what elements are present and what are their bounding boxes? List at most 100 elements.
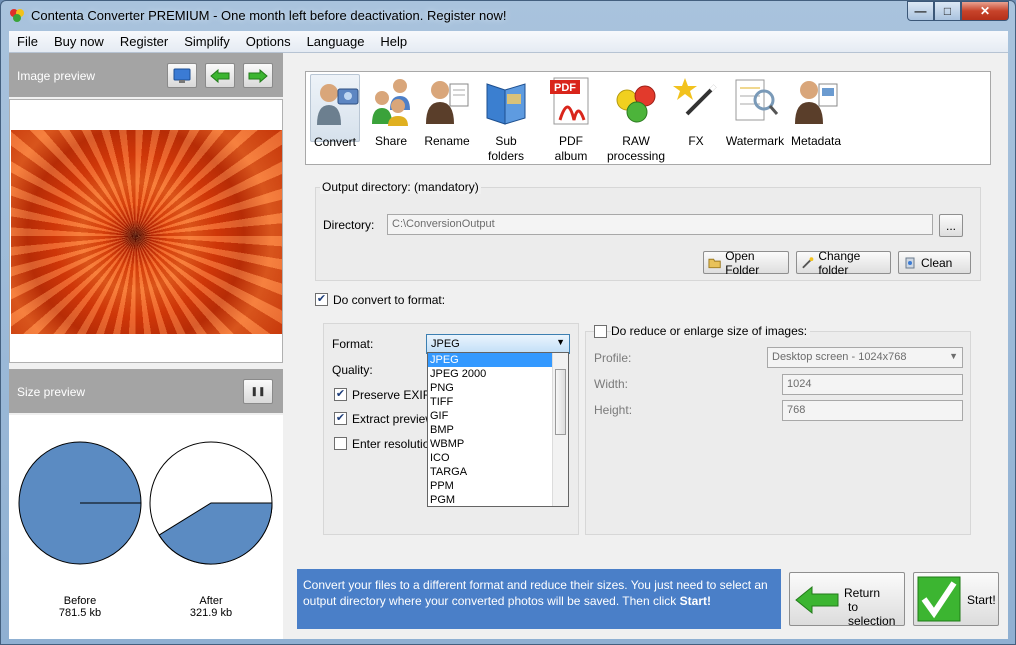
- menu-simplify[interactable]: Simplify: [176, 34, 238, 49]
- clean-label: Clean: [921, 255, 953, 270]
- profile-select[interactable]: Desktop screen - 1024x768 ▼: [767, 347, 963, 368]
- open-folder-label: Open Folder: [725, 248, 760, 277]
- tool-fx[interactable]: FX: [670, 74, 722, 149]
- tool-rename[interactable]: Rename: [420, 74, 474, 149]
- fx-icon: [673, 78, 717, 116]
- tool-convert[interactable]: Convert: [310, 74, 360, 149]
- return-to-selection-button[interactable]: Return to selection: [789, 572, 905, 628]
- format-option[interactable]: TIFF: [428, 395, 568, 409]
- title-bar[interactable]: Contenta Converter PREMIUM - One month l…: [1, 1, 1015, 31]
- maximize-button[interactable]: □: [934, 1, 961, 21]
- minimize-button[interactable]: —: [907, 1, 934, 21]
- next-image-button[interactable]: [243, 63, 273, 88]
- tool-metadata-label: Metadata: [790, 134, 842, 148]
- height-field[interactable]: 768: [782, 400, 963, 421]
- format-option[interactable]: PGM: [428, 493, 568, 507]
- tool-raw-processing[interactable]: RAW processing: [604, 74, 668, 164]
- tool-share[interactable]: Share: [366, 74, 416, 149]
- format-option[interactable]: WBMP: [428, 437, 568, 451]
- return-arrow-icon: [795, 585, 839, 615]
- format-option[interactable]: ICO: [428, 451, 568, 465]
- clean-button[interactable]: Clean: [898, 251, 971, 274]
- arrow-left-icon: [210, 68, 230, 83]
- tool-subfolders[interactable]: Sub folders: [476, 74, 536, 164]
- info-strong: Start!: [679, 594, 711, 608]
- directory-field[interactable]: C:\ConversionOutput: [387, 214, 933, 235]
- tool-rename-label: Rename: [424, 134, 470, 148]
- format-option[interactable]: PNG: [428, 381, 568, 395]
- watermark-icon: [735, 79, 779, 121]
- pdf-icon: PDF: [550, 77, 589, 125]
- enter-resolution-checkbox[interactable]: [334, 437, 347, 450]
- format-select[interactable]: JPEG ▼: [426, 334, 570, 354]
- tool-watermark-label: Watermark: [725, 134, 785, 148]
- change-folder-label: Change folder: [818, 248, 861, 277]
- svg-text:PDF: PDF: [554, 82, 576, 94]
- do-convert-checkbox[interactable]: ✔: [315, 293, 328, 306]
- checkmark-icon: [917, 576, 961, 622]
- before-label: Before: [63, 595, 97, 607]
- format-option[interactable]: TARGA: [428, 465, 568, 479]
- menu-language[interactable]: Language: [299, 34, 373, 49]
- tool-subfolders-label: Sub folders: [487, 134, 525, 163]
- format-option[interactable]: PPM: [428, 479, 568, 493]
- menu-options[interactable]: Options: [238, 34, 299, 49]
- tool-fx-label: FX: [688, 134, 704, 148]
- image-preview-header: Image preview: [9, 53, 283, 97]
- format-select-value: JPEG: [431, 338, 460, 350]
- width-label: Width:: [594, 377, 629, 391]
- preserve-exif-label: Preserve EXIF/: [352, 388, 434, 402]
- format-option[interactable]: JPEG 2000: [428, 367, 568, 381]
- clean-icon: [905, 257, 915, 268]
- image-preview-area: [9, 99, 283, 363]
- format-option[interactable]: JPEG: [428, 353, 568, 367]
- format-option[interactable]: BMP: [428, 423, 568, 437]
- image-preview-label: Image preview: [17, 69, 96, 83]
- extract-preview-checkbox[interactable]: ✔: [334, 412, 347, 425]
- do-resize-checkbox[interactable]: [594, 325, 607, 338]
- menu-help[interactable]: Help: [372, 34, 415, 49]
- do-resize-label: Do reduce or enlarge size of images:: [611, 324, 811, 338]
- return-label-2: to selection: [848, 600, 896, 628]
- chevron-down-icon: ▼: [556, 337, 565, 347]
- before-pie: [18, 441, 142, 565]
- tool-convert-label: Convert: [313, 135, 357, 149]
- subfolders-icon: [486, 83, 526, 125]
- menu-buy-now[interactable]: Buy now: [46, 34, 112, 49]
- previous-image-button[interactable]: [205, 63, 235, 88]
- tool-pdf-album[interactable]: PDF PDF album: [542, 74, 600, 164]
- after-size: 321.9 kb: [189, 607, 233, 619]
- start-label: Start!: [967, 593, 996, 607]
- app-window: Contenta Converter PREMIUM - One month l…: [0, 0, 1016, 645]
- monitor-button[interactable]: [167, 63, 197, 88]
- size-preview-area: Before 781.5 kb After 321.9 kb: [9, 415, 283, 639]
- preserve-exif-checkbox[interactable]: ✔: [334, 388, 347, 401]
- arrow-right-icon: [248, 68, 268, 83]
- size-preview-label: Size preview: [17, 385, 86, 399]
- start-button[interactable]: Start!: [913, 572, 999, 626]
- convert-icon: [317, 84, 359, 125]
- do-convert-label: Do convert to format:: [333, 293, 446, 307]
- width-field[interactable]: 1024: [782, 374, 963, 395]
- dropdown-scrollbar[interactable]: [552, 353, 568, 506]
- tool-watermark[interactable]: Watermark: [724, 74, 786, 149]
- menu-file[interactable]: File: [9, 34, 46, 49]
- after-label: After: [199, 595, 223, 607]
- tool-metadata[interactable]: Metadata: [788, 74, 844, 149]
- open-folder-button[interactable]: Open Folder: [703, 248, 789, 277]
- size-pies: [18, 441, 273, 565]
- pause-button[interactable]: ❚❚: [243, 379, 273, 404]
- format-label: Format:: [332, 337, 374, 351]
- format-option[interactable]: GIF: [428, 409, 568, 423]
- browse-button[interactable]: ...: [939, 214, 963, 237]
- profile-label: Profile:: [594, 351, 632, 365]
- preview-image: [11, 130, 282, 334]
- after-pie: [149, 441, 273, 565]
- scrollbar-thumb[interactable]: [555, 369, 566, 435]
- close-button[interactable]: ✕: [961, 1, 1009, 21]
- change-folder-button[interactable]: Change folder: [796, 248, 891, 277]
- output-directory-label: Output directory: (mandatory): [320, 180, 481, 194]
- profile-chevron-icon: ▼: [949, 351, 958, 361]
- quality-label: Quality:: [332, 363, 373, 377]
- menu-register[interactable]: Register: [112, 34, 176, 49]
